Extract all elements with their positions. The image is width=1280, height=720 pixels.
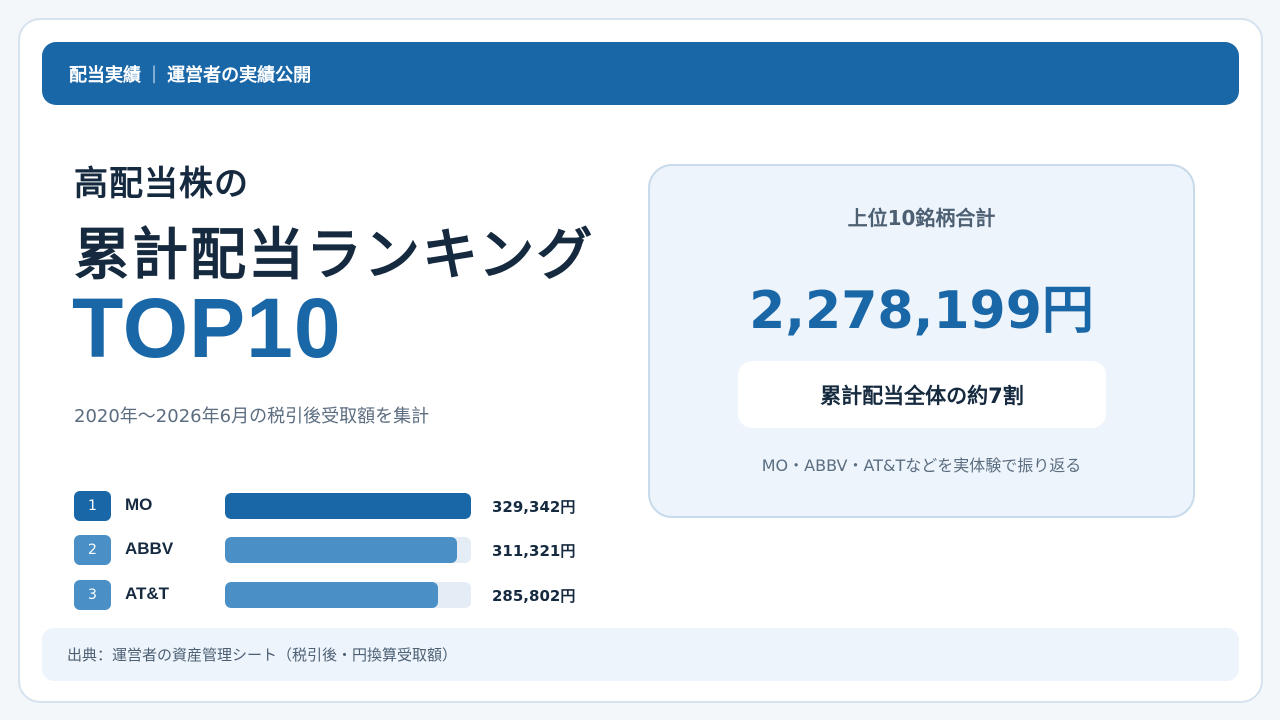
header-section: 配当実績 — [69, 64, 141, 86]
source-footer: 出典：運営者の資産管理シート（税引後・円換算受取額） — [42, 628, 1239, 681]
summary-highlight: 累計配当全体の約7割 — [738, 361, 1106, 428]
rank-badge: 1 — [74, 491, 111, 521]
rank-bar-track — [225, 537, 471, 563]
summary-total: 2,278,199円 — [749, 281, 1094, 341]
rank-badge: 3 — [74, 580, 111, 610]
title-line-2: 累計配当ランキング — [74, 223, 595, 288]
title-line-1: 高配当株の — [74, 164, 249, 204]
title-line-3: TOP10 — [72, 281, 342, 375]
rank-value: 285,802円 — [492, 587, 576, 605]
summary-panel: 上位10銘柄合計 2,278,199円 累計配当全体の約7割 MO・ABBV・A… — [648, 164, 1195, 518]
rank-bar-track — [225, 493, 471, 519]
ranking-row: 2 ABBV 311,321円 — [74, 535, 594, 565]
header-separator: | — [151, 63, 158, 84]
header-subtitle: 運営者の実績公開 — [167, 64, 312, 86]
ranking-row: 1 MO 329,342円 — [74, 491, 594, 521]
rank-value: 311,321円 — [492, 542, 576, 560]
header-banner: 配当実績 | 運営者の実績公開 — [42, 42, 1239, 105]
rank-stock-name: MO — [125, 495, 153, 514]
rank-bar-fill — [225, 493, 471, 519]
rank-stock-name: AT&T — [125, 584, 170, 603]
ranking-row: 3 AT&T 285,802円 — [74, 580, 594, 610]
rank-bar-track — [225, 582, 471, 608]
summary-label: 上位10銘柄合計 — [847, 206, 996, 230]
rank-bar-fill — [225, 537, 458, 563]
period-note: 2020年〜2026年6月の税引後受取額を集計 — [74, 406, 430, 427]
rank-bar-fill — [225, 582, 439, 608]
summary-note: MO・ABBV・AT&Tなどを実体験で振り返る — [761, 456, 1082, 475]
rank-value: 329,342円 — [492, 498, 576, 516]
rank-badge: 2 — [74, 535, 111, 565]
rank-stock-name: ABBV — [125, 539, 174, 558]
